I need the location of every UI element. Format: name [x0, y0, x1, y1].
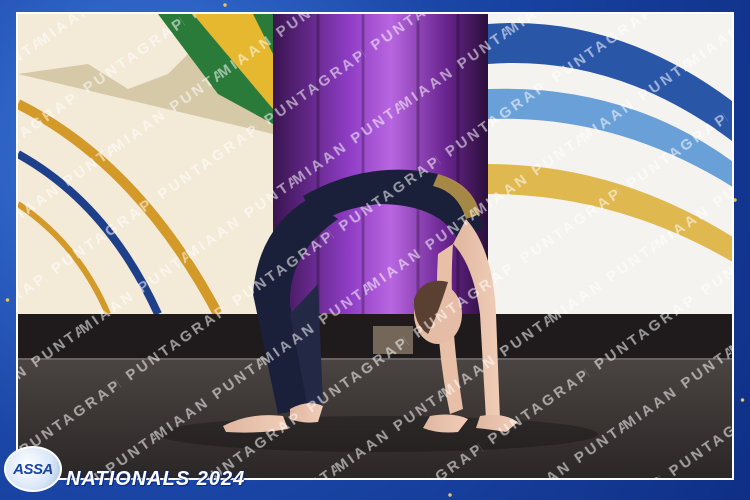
performance-photo: MIAAN PUNTAGRAPHY MIAAN PUNTAGRAPHY	[16, 12, 734, 480]
assa-logo: ASSA	[4, 446, 62, 492]
stage-scene: MIAAN PUNTAGRAPHY MIAAN PUNTAGRAPHY	[18, 14, 732, 478]
event-title: NATIONALS 2024	[66, 468, 246, 490]
watermark-overlay	[18, 14, 732, 478]
photo-frame: MIAAN PUNTAGRAPHY MIAAN PUNTAGRAPHY	[0, 0, 750, 500]
logo-text: ASSA	[13, 460, 53, 478]
